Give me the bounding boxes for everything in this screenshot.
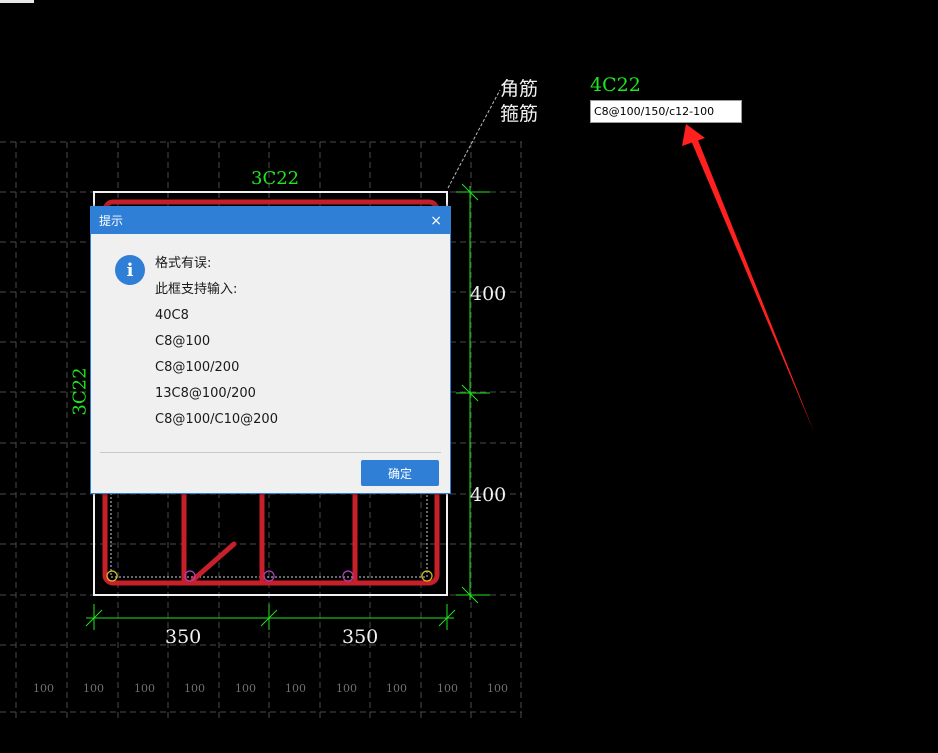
grid-tick-label: 100 [285,682,306,695]
message-dialog: 提示 × i 格式有误: 此框支持输入: 40C8 C8@100 C8@100/… [90,206,451,494]
corner-bar-label: 角筋 [500,78,539,100]
top-bars-label[interactable]: 3C22 [251,168,299,189]
message-line: 格式有误: [155,256,212,271]
grid-tick-label: 100 [437,682,458,695]
grid-tick-labels: 100 100 100 100 100 100 100 100 100 100 [33,682,508,695]
dialog-titlebar[interactable]: 提示 × [91,207,450,234]
corner-bar-value[interactable]: 4C22 [590,74,641,96]
side-bars-label[interactable]: 3C22 [70,367,91,415]
message-line: C8@100 [155,334,211,349]
dialog-separator [100,452,441,453]
dim-right-upper: 400 [470,283,507,305]
ok-button[interactable]: 确定 [361,460,439,486]
grid-tick-label: 100 [83,682,104,695]
message-line: 此框支持输入: [155,282,238,297]
dialog-message: 格式有误: 此框支持输入: 40C8 C8@100 C8@100/200 13C… [155,255,278,437]
info-icon: i [115,255,145,285]
close-icon[interactable]: × [430,214,442,228]
grid-tick-label: 100 [386,682,407,695]
grid-tick-label: 100 [184,682,205,695]
dialog-title: 提示 [99,214,124,228]
leader-line [447,89,501,189]
message-line: C8@100/C10@200 [155,412,278,427]
grid-tick-label: 100 [134,682,155,695]
stirrup-input[interactable] [590,100,742,123]
grid-tick-label: 100 [33,682,54,695]
grid-tick-label: 100 [336,682,357,695]
message-line: 13C8@100/200 [155,386,256,401]
dim-bottom-right: 350 [342,626,379,648]
message-line: C8@100/200 [155,360,240,375]
grid-tick-label: 100 [235,682,256,695]
grid-tick-label: 100 [487,682,508,695]
red-arrow [682,124,814,432]
dim-right-lower: 400 [470,484,507,506]
stirrup-label: 箍筋 [500,103,539,125]
dim-bottom-left: 350 [165,626,202,648]
message-line: 40C8 [155,308,189,323]
